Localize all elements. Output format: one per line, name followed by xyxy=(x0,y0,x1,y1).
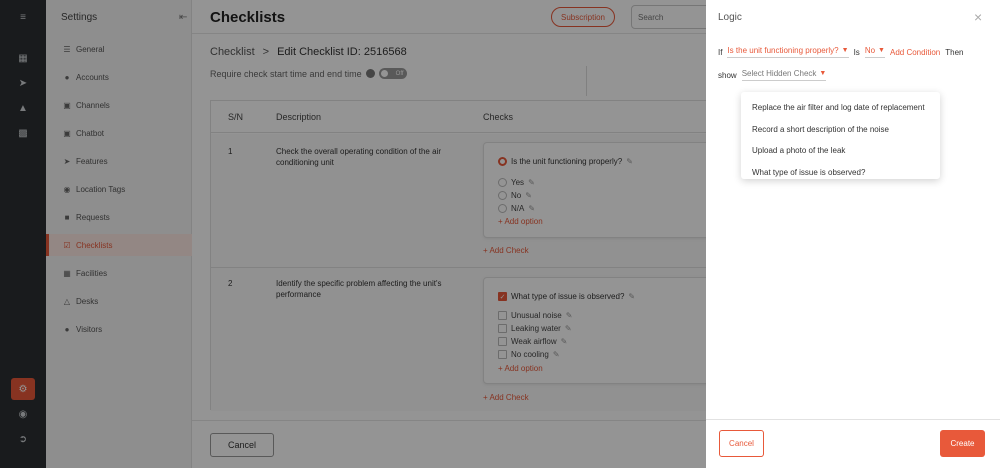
condition-value-select[interactable]: No ▼ xyxy=(864,46,885,58)
is-label: Is xyxy=(853,47,860,57)
panel-cancel-button[interactable]: Cancel xyxy=(719,430,764,457)
if-label: If xyxy=(718,47,723,57)
create-button[interactable]: Create xyxy=(940,430,985,457)
caret-down-icon: ▼ xyxy=(841,47,849,54)
condition-row: If Is the unit functioning properly? ▼ I… xyxy=(718,46,963,58)
caret-down-icon: ▼ xyxy=(878,47,885,54)
dropdown-option[interactable]: What type of issue is observed? xyxy=(741,162,940,184)
add-condition-link[interactable]: Add Condition xyxy=(890,48,940,57)
modal-backdrop[interactable] xyxy=(0,0,706,468)
show-label: show xyxy=(718,70,737,80)
caret-down-icon: ▼ xyxy=(819,70,827,77)
condition-question-select[interactable]: Is the unit functioning properly? ▼ xyxy=(727,46,849,58)
dropdown-option[interactable]: Replace the air filter and log date of r… xyxy=(741,97,940,119)
close-icon[interactable]: × xyxy=(974,9,982,25)
logic-panel: Logic × If Is the unit functioning prope… xyxy=(706,0,1000,468)
hidden-check-dropdown: Replace the air filter and log date of r… xyxy=(741,92,940,179)
show-row: show Select Hidden Check ▼ xyxy=(718,69,827,81)
selected-question: Is the unit functioning properly? xyxy=(727,46,839,55)
then-label: Then xyxy=(945,47,964,57)
hidden-check-placeholder: Select Hidden Check xyxy=(741,69,817,78)
panel-footer: Cancel Create xyxy=(706,419,1000,468)
dropdown-option[interactable]: Upload a photo of the leak xyxy=(741,140,940,162)
selected-value: No xyxy=(864,46,876,55)
hidden-check-select[interactable]: Select Hidden Check ▼ xyxy=(741,69,827,81)
dropdown-option[interactable]: Record a short description of the noise xyxy=(741,119,940,141)
panel-title: Logic xyxy=(718,12,742,23)
